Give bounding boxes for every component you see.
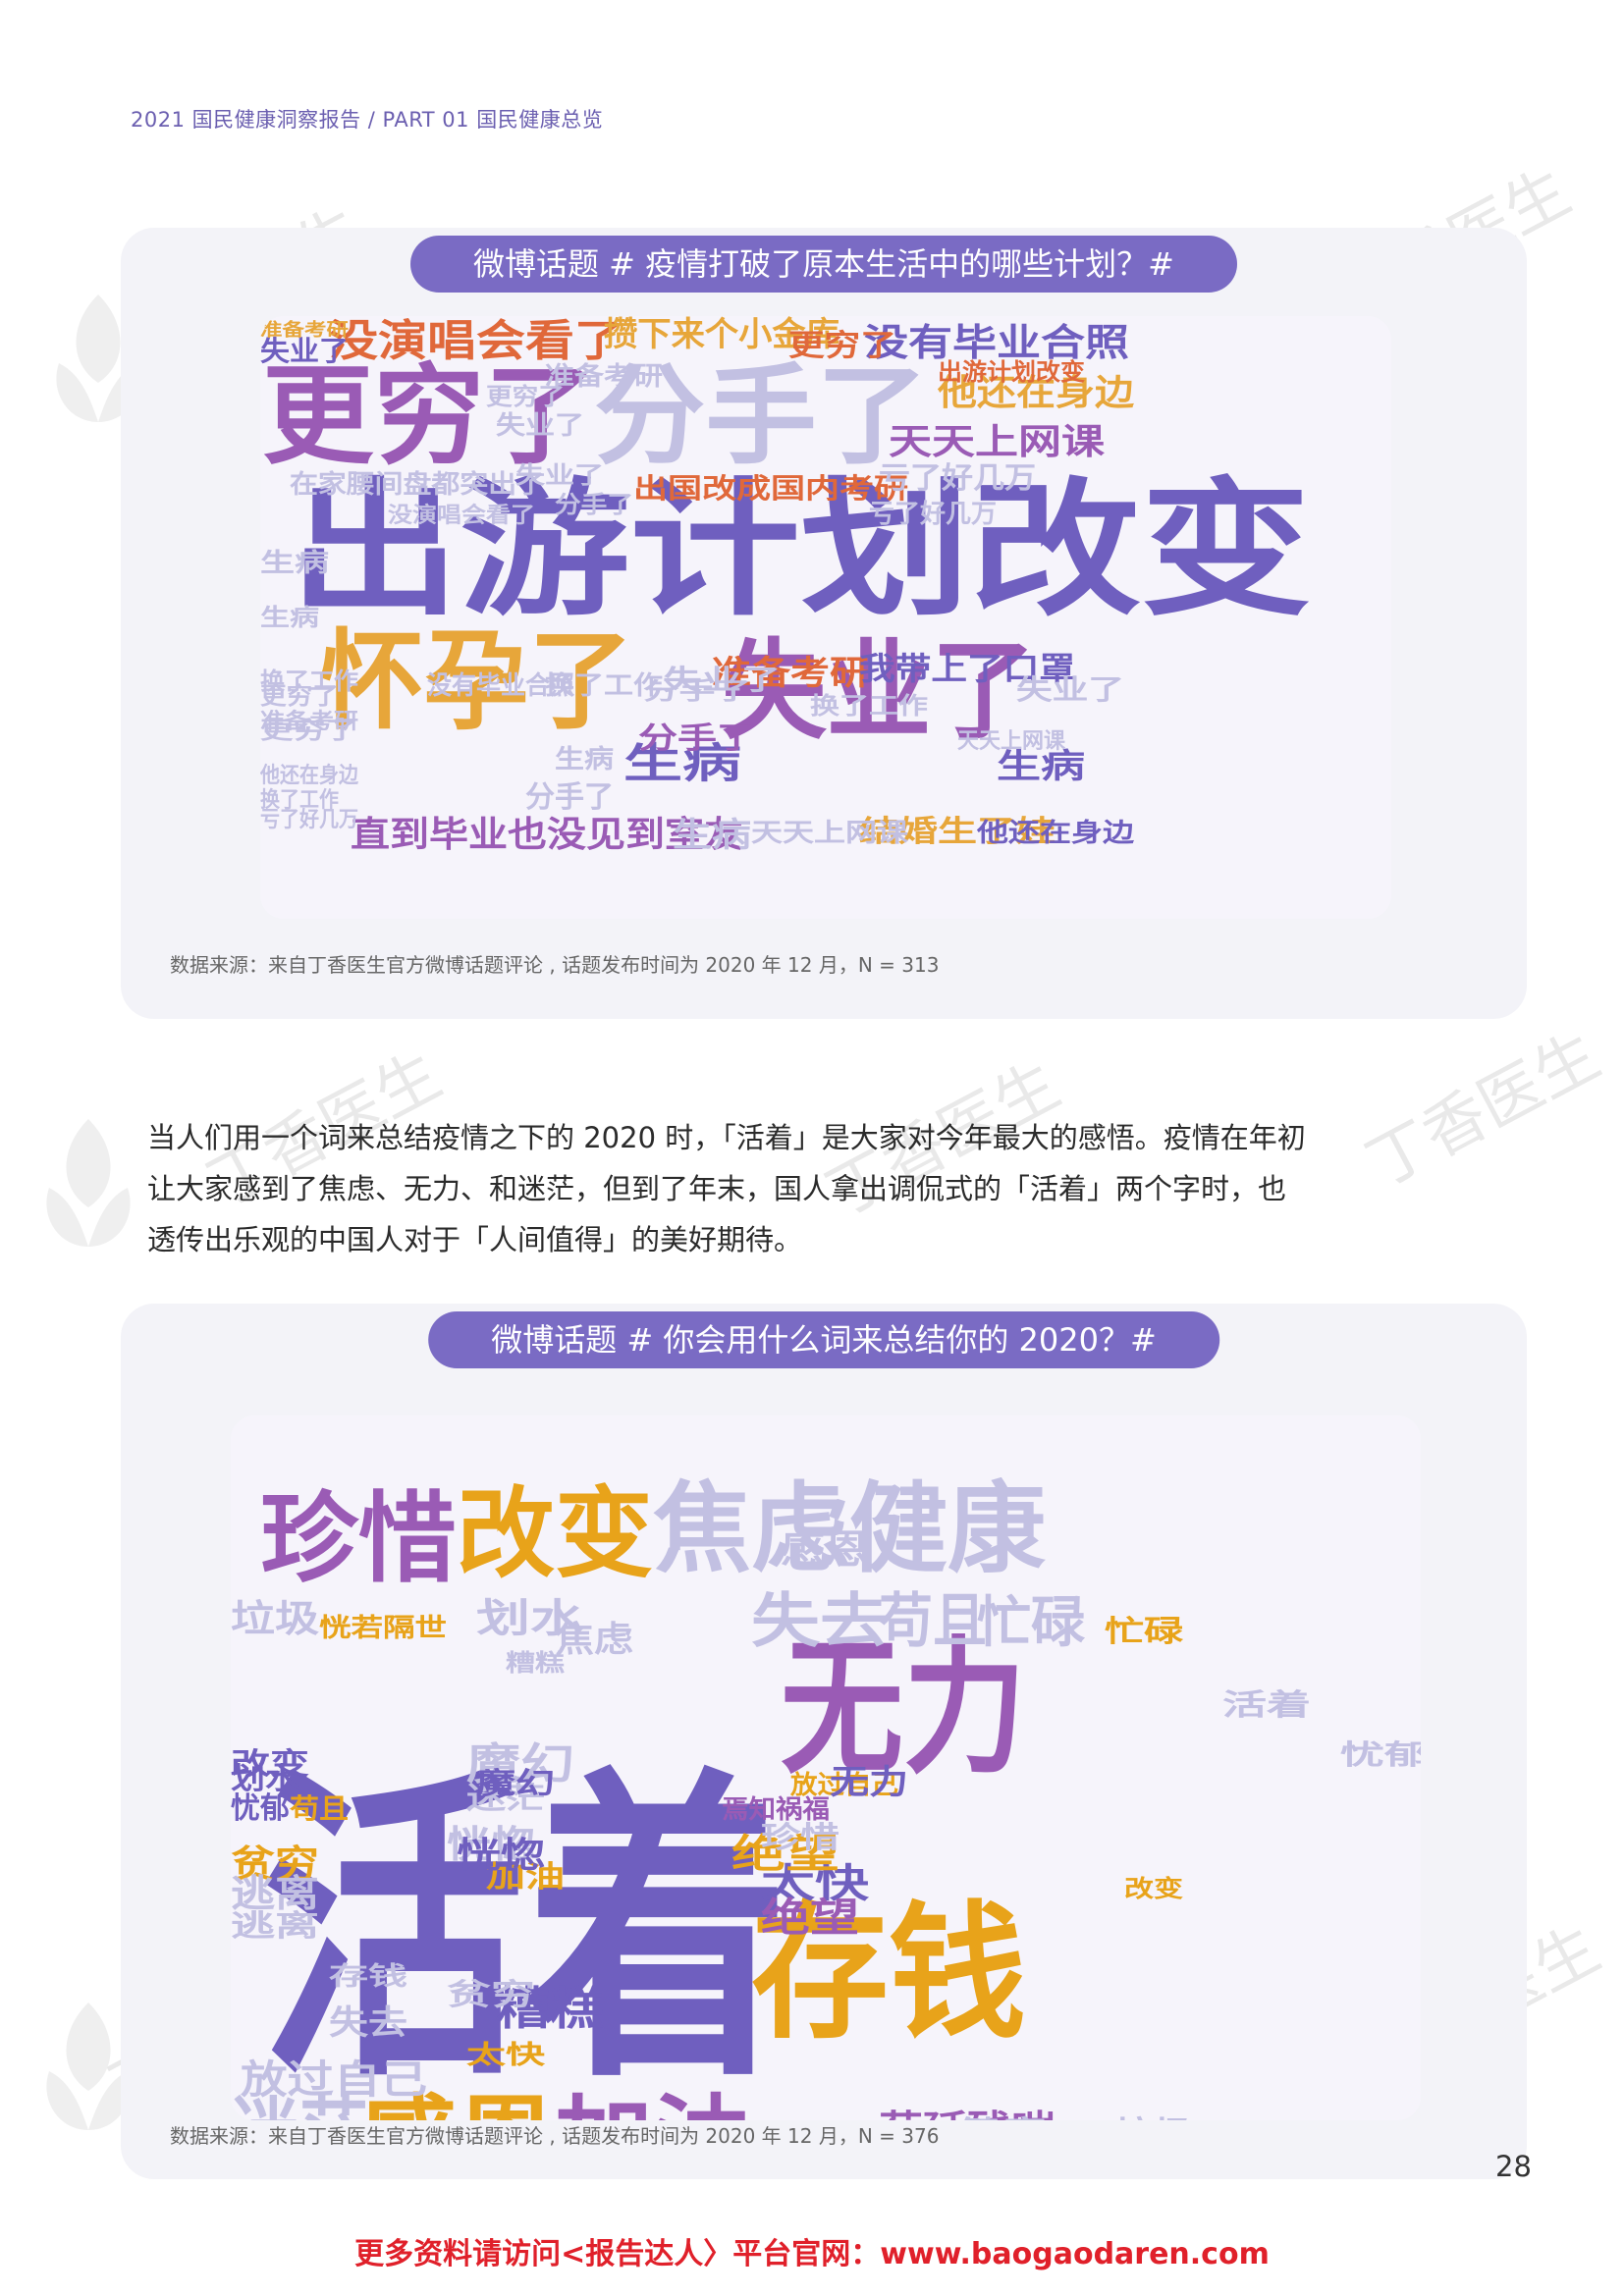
wordcloud-word: 生病 — [555, 745, 614, 774]
wordcloud-word: 活着 — [1222, 1688, 1311, 1723]
wordcloud-word: 生病 — [673, 816, 751, 855]
wordcloud-word: 苟且 — [879, 1587, 987, 1656]
data-source-note: 数据来源：来自丁香医生官方微博话题评论 , 话题发布时间为 2020 年 12 … — [170, 953, 940, 977]
wordcloud-word: 健康 — [957, 2115, 1048, 2120]
wordcloud-word: 忧郁 — [231, 1791, 290, 1826]
wordcloud-word: 糟糕 — [506, 1649, 565, 1677]
wordcloud-word: 出游计划改变 — [938, 358, 1085, 386]
leaf-logo-icon — [46, 1119, 131, 1247]
wordcloud-panel-plans: 微博话题 # 疫情打破了原本生活中的哪些计划？# 出游计划改变 更穷了 分手了 怀孕了… — [121, 228, 1527, 1019]
wordcloud-word: 恍若隔世 — [319, 1614, 447, 1643]
wordcloud-panel-summary: 微博话题 # 你会用什么词来总结你的 2020？# 活着 无力 存钱 珍惜 改变 焦虑 健康… — [121, 1304, 1527, 2179]
wordcloud-word: 天天上网课 — [751, 819, 909, 848]
page-header: 2021 国民健康洞察报告 / PART 01 国民健康总览 — [131, 108, 604, 132]
wordcloud-word: 贫穷 — [447, 1978, 535, 2012]
wordcloud-word: 分手了 — [555, 491, 633, 518]
wordcloud-word: 垃圾 — [231, 1597, 319, 1640]
wordcloud-word: 忙碌 — [977, 1591, 1086, 1655]
wordcloud-word: 天天上网课 — [957, 729, 1066, 754]
wordcloud-word: 魔幻 — [476, 1767, 555, 1801]
wordcloud-word: 失业了 — [515, 461, 604, 489]
wordcloud-word: 生病 — [260, 549, 329, 578]
wordcloud-word: 忧郁 — [1340, 1738, 1421, 1771]
wordcloud-word: 珍惜 — [260, 1481, 457, 1596]
wordcloud-word: 失去 — [329, 2003, 407, 2043]
wordcloud-word: 准备考研 — [260, 709, 358, 734]
wordcloud-word: 改变 — [457, 1476, 653, 1591]
wordcloud-word: 失业了 — [496, 411, 584, 441]
wordcloud-word: 放过自己 — [241, 2057, 427, 2103]
body-paragraph: 当人们用一个词来总结疫情之下的 2020 时，「活着」是大家对今年最大的感悟。疫… — [147, 1112, 1526, 1265]
page-number: 28 — [1495, 2150, 1532, 2183]
wordcloud-word: 恍惚 — [457, 1836, 545, 1876]
wordcloud-word: 出国改成国内考研 — [633, 472, 908, 505]
paragraph-line: 当人们用一个词来总结疫情之下的 2020 时，「活着」是大家对今年最大的感悟。疫… — [147, 1121, 1306, 1154]
wordcloud-word: 他还在身边 — [260, 763, 359, 788]
wordcloud: 活着无力存钱珍惜改变焦虑健康感恩加油迷茫失去苟且忙碌糟糕太快绝望苟延残喘焉知祸福… — [231, 1415, 1421, 2120]
wordcloud-svg: 出游计划改变更穷了分手了怀孕了 失业了没演唱会看了攒下来个小金库 没有毕业合照他还在… — [260, 316, 1311, 855]
wordcloud-word: 换了工作 — [810, 692, 928, 720]
wordcloud-word: 太快 — [466, 2041, 547, 2070]
wordcloud-word: 存钱 — [329, 1962, 407, 1992]
wordcloud-word: 生病 — [260, 604, 319, 631]
wordcloud-word: 准备考研 — [545, 362, 663, 392]
topic-title-pill: 微博话题 # 你会用什么词来总结你的 2020？# — [428, 1311, 1219, 1368]
wordcloud-word: 健康 — [849, 1471, 1046, 1586]
wordcloud-word: 亏了好几万 — [869, 500, 997, 529]
wordcloud-word: 垃圾 — [1114, 2115, 1193, 2120]
footer-link-text[interactable]: 更多资料请访问<报告达人〉平台官网：www.baogaodaren.com — [0, 2229, 1624, 2272]
wordcloud-svg: 活着无力存钱珍惜改变焦虑健康感恩加油迷茫失去苟且忙碌糟糕太快绝望苟延残喘焉知祸福… — [231, 1471, 1421, 2120]
wordcloud: 出游计划改变 更穷了 分手了 怀孕了 失业了 没演唱会看了 攒下来个小金库 没有毕业合照 他还在… — [260, 316, 1391, 919]
topic-title-pill: 微博话题 # 疫情打破了原本生活中的哪些计划？# — [410, 236, 1237, 293]
wordcloud-word: 逃离 — [231, 1909, 319, 1944]
wordcloud-word: 绝望 — [761, 1896, 859, 1941]
wordcloud-word: 忙碌 — [1105, 1615, 1184, 1649]
wordcloud-word: 焦虑 — [555, 1620, 633, 1660]
wordcloud-word: 失业了 — [1016, 673, 1124, 706]
wordcloud-word: 感恩 — [781, 1527, 869, 1573]
wordcloud-word: 无力 — [830, 1763, 908, 1802]
wordcloud-word: 珍惜 — [761, 1821, 839, 1855]
wordcloud-word: 天天上网课 — [889, 422, 1105, 462]
wordcloud-word: 亏了好几万 — [260, 807, 358, 832]
wordcloud-word: 失去 — [751, 1587, 889, 1656]
wordcloud-word: 他还在身边 — [976, 818, 1135, 848]
wordcloud-word: 更穷了 — [788, 329, 896, 363]
wordcloud-word: 没演唱会看了 — [329, 316, 623, 366]
wordcloud-word: 改变 — [1124, 1875, 1183, 1902]
paragraph-line: 透传出乐观的中国人对于「人间值得」的美好期待。 — [147, 1223, 803, 1256]
data-source-note: 数据来源：来自丁香医生官方微博话题评论 , 话题发布时间为 2020 年 12 … — [170, 2124, 940, 2148]
wordcloud-word: 苟且 — [289, 1792, 349, 1825]
wordcloud-word: 分手了 — [525, 780, 614, 815]
wordcloud-word: 在家腰间盘都突出了 — [290, 469, 545, 500]
paragraph-line: 让大家感到了焦虑、无力、和迷茫，但到了年末，国人拿出调侃式的「活着」两个字时，也 — [147, 1172, 1287, 1205]
wordcloud-word: 分手了 — [638, 721, 756, 756]
wordcloud-word: 加油 — [555, 2086, 751, 2120]
wordcloud-word: 准备考研 — [260, 319, 349, 341]
wordcloud-word: 失业了 — [663, 664, 781, 696]
wordcloud-word: 更穷了 — [260, 682, 339, 710]
wordcloud-word: 亏了好几万 — [879, 461, 1036, 496]
wordcloud-word: 没演唱会看了 — [388, 503, 535, 528]
